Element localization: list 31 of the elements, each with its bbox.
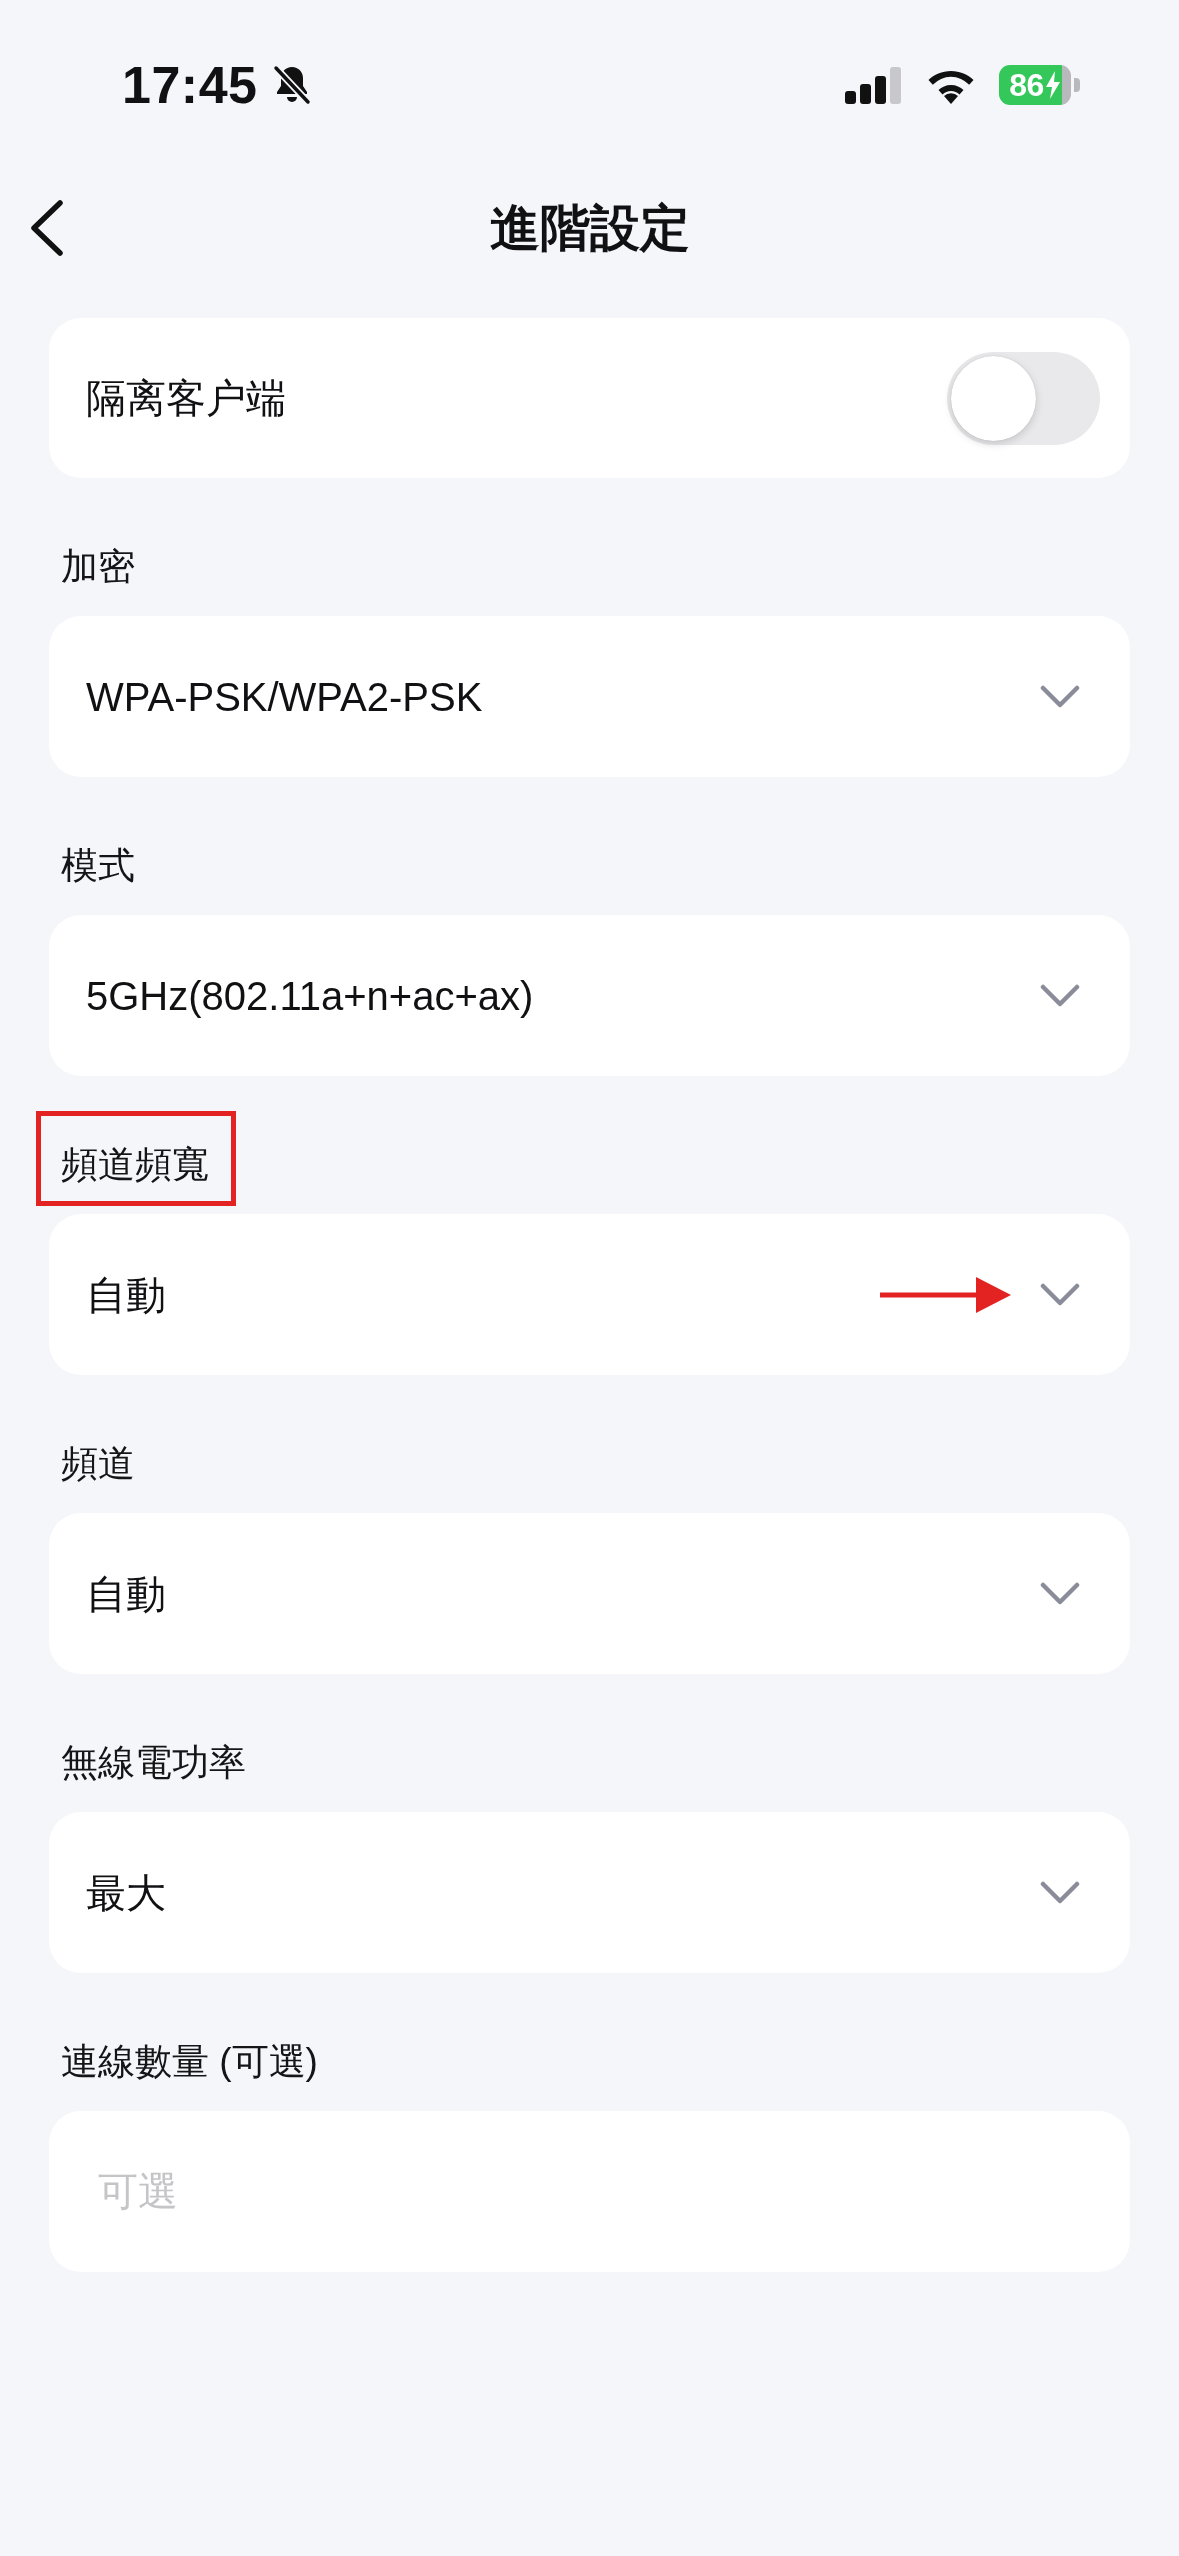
field-label: 連線數量 (可選) bbox=[61, 2040, 318, 2084]
signal-icon bbox=[845, 66, 903, 104]
select-value: 最大 bbox=[86, 1869, 167, 1917]
battery-nub bbox=[1074, 78, 1080, 92]
dropdown-select[interactable]: 最大 bbox=[49, 1812, 1130, 1973]
select-value: 自動 bbox=[86, 1271, 167, 1319]
field-label: 頻道頻寬 bbox=[61, 1143, 209, 1187]
chevron-down-icon bbox=[1040, 984, 1080, 1007]
status-time: 17:45 bbox=[122, 59, 258, 111]
back-chevron-icon bbox=[28, 199, 64, 257]
chevron-down-icon bbox=[1040, 685, 1080, 708]
muted-bell-icon bbox=[271, 64, 312, 106]
dropdown-select[interactable]: WPA-PSK/WPA2-PSK bbox=[49, 616, 1130, 777]
page-title: 進階設定 bbox=[488, 199, 691, 258]
field-label: 無線電功率 bbox=[61, 1741, 246, 1785]
select-value: 5GHz(802.11a+n+ac+ax) bbox=[86, 972, 535, 1020]
field-label: 頻道 bbox=[61, 1442, 135, 1486]
dropdown-select[interactable]: 自動 bbox=[49, 1214, 1130, 1375]
battery-percent: 86 bbox=[1009, 69, 1044, 101]
field-label: 模式 bbox=[61, 844, 135, 888]
field-label: 加密 bbox=[61, 545, 135, 589]
toggle-label: 隔离客户端 bbox=[86, 375, 286, 422]
chevron-down-icon bbox=[1040, 1881, 1080, 1904]
dropdown-select[interactable]: 5GHz(802.11a+n+ac+ax) bbox=[49, 915, 1130, 1076]
input-field[interactable]: 可選 bbox=[49, 2111, 1130, 2272]
select-value: WPA-PSK/WPA2-PSK bbox=[86, 673, 484, 721]
chevron-down-icon bbox=[1040, 1582, 1080, 1605]
dropdown-select[interactable]: 自動 bbox=[49, 1513, 1130, 1674]
charging-bolt-icon bbox=[1044, 71, 1061, 99]
chevron-down-icon bbox=[1040, 1283, 1080, 1306]
select-value: 自動 bbox=[86, 1570, 167, 1618]
